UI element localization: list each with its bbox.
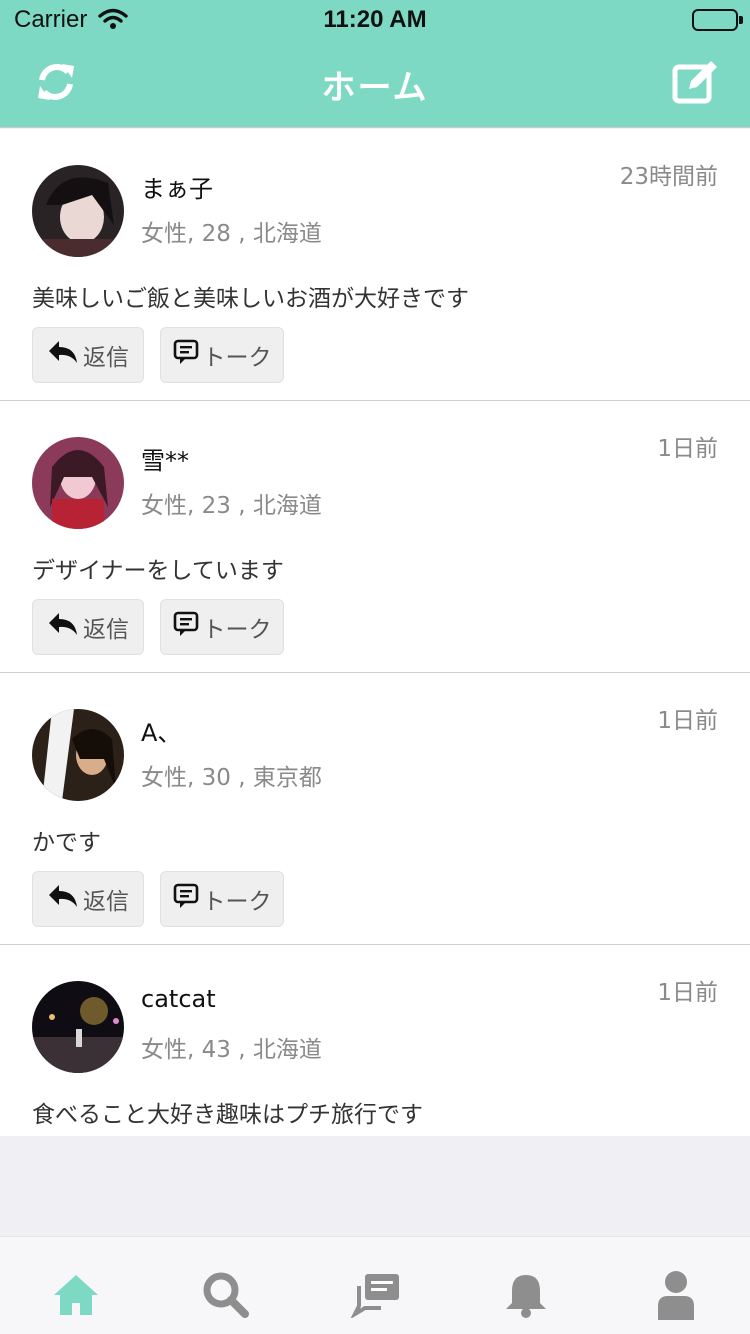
reply-button[interactable]: 返信 <box>32 871 144 927</box>
avatar[interactable] <box>32 165 124 257</box>
navigation-bar: Carrier 11:20 AM ホーム <box>0 0 750 128</box>
post-item[interactable]: まぁ子 女性, 28 , 北海道 23時間前 美味しいご飯と美味しいお酒が大好き… <box>0 129 750 401</box>
post-author-name: catcat <box>141 985 216 1013</box>
post-message: かです <box>32 830 101 856</box>
post-message: デザイナーをしています <box>32 558 284 584</box>
chat-icon <box>350 1272 401 1322</box>
tab-bar <box>0 1236 750 1334</box>
talk-button[interactable]: トーク <box>160 599 284 655</box>
battery-icon <box>692 9 738 31</box>
tab-notifications[interactable] <box>496 1267 556 1327</box>
post-author-name: A、 <box>141 719 182 747</box>
post-author-info: 女性, 43 , 北海道 <box>141 1037 322 1063</box>
reply-icon <box>47 611 83 643</box>
reply-label: 返信 <box>83 345 129 371</box>
status-time: 11:20 AM <box>323 6 427 33</box>
post-author-name: 雪** <box>141 447 189 475</box>
post-item[interactable]: 雪** 女性, 23 , 北海道 1日前 デザイナーをしています 返信 トーク <box>0 401 750 673</box>
post-time: 1日前 <box>657 980 718 1006</box>
talk-button[interactable]: トーク <box>160 871 284 927</box>
tab-search[interactable] <box>196 1267 256 1327</box>
post-item[interactable]: catcat 女性, 43 , 北海道 1日前 食べること大好き趣味はプチ旅行で… <box>0 945 750 1136</box>
post-author-info: 女性, 28 , 北海道 <box>141 221 322 247</box>
chat-bubble-icon <box>173 883 203 915</box>
page-title: ホーム <box>321 68 429 108</box>
chat-bubble-icon <box>173 339 203 371</box>
reply-label: 返信 <box>83 889 129 915</box>
tab-profile[interactable] <box>646 1267 706 1327</box>
search-icon <box>201 1270 251 1324</box>
reply-icon <box>47 883 83 915</box>
tab-home[interactable] <box>46 1267 106 1327</box>
reply-button[interactable]: 返信 <box>32 599 144 655</box>
talk-button[interactable]: トーク <box>160 327 284 383</box>
compose-button[interactable] <box>668 56 724 112</box>
post-time: 1日前 <box>657 708 718 734</box>
post-time: 1日前 <box>657 436 718 462</box>
home-icon <box>52 1271 100 1323</box>
profile-icon <box>656 1270 696 1324</box>
post-time: 23時間前 <box>619 164 718 190</box>
post-author-info: 女性, 23 , 北海道 <box>141 493 322 519</box>
tab-messages[interactable] <box>346 1267 406 1327</box>
post-author-info: 女性, 30 , 東京都 <box>141 765 322 791</box>
talk-label: トーク <box>202 617 272 643</box>
chat-bubble-icon <box>173 611 203 643</box>
post-message: 食べること大好き趣味はプチ旅行です <box>32 1102 423 1128</box>
battery-tip <box>739 16 743 24</box>
avatar[interactable] <box>32 981 124 1073</box>
post-item[interactable]: A、 女性, 30 , 東京都 1日前 かです 返信 トーク <box>0 673 750 945</box>
reply-label: 返信 <box>83 617 129 643</box>
talk-label: トーク <box>202 889 272 915</box>
post-feed: まぁ子 女性, 28 , 北海道 23時間前 美味しいご飯と美味しいお酒が大好き… <box>0 129 750 1136</box>
reply-button[interactable]: 返信 <box>32 327 144 383</box>
post-message: 美味しいご飯と美味しいお酒が大好きです <box>32 286 469 312</box>
reply-icon <box>47 339 83 371</box>
avatar[interactable] <box>32 709 124 801</box>
talk-label: トーク <box>202 345 272 371</box>
post-author-name: まぁ子 <box>141 175 213 203</box>
status-bar: Carrier 11:20 AM <box>0 0 750 40</box>
avatar[interactable] <box>32 437 124 529</box>
compose-icon <box>671 57 721 111</box>
bell-icon <box>502 1271 550 1323</box>
